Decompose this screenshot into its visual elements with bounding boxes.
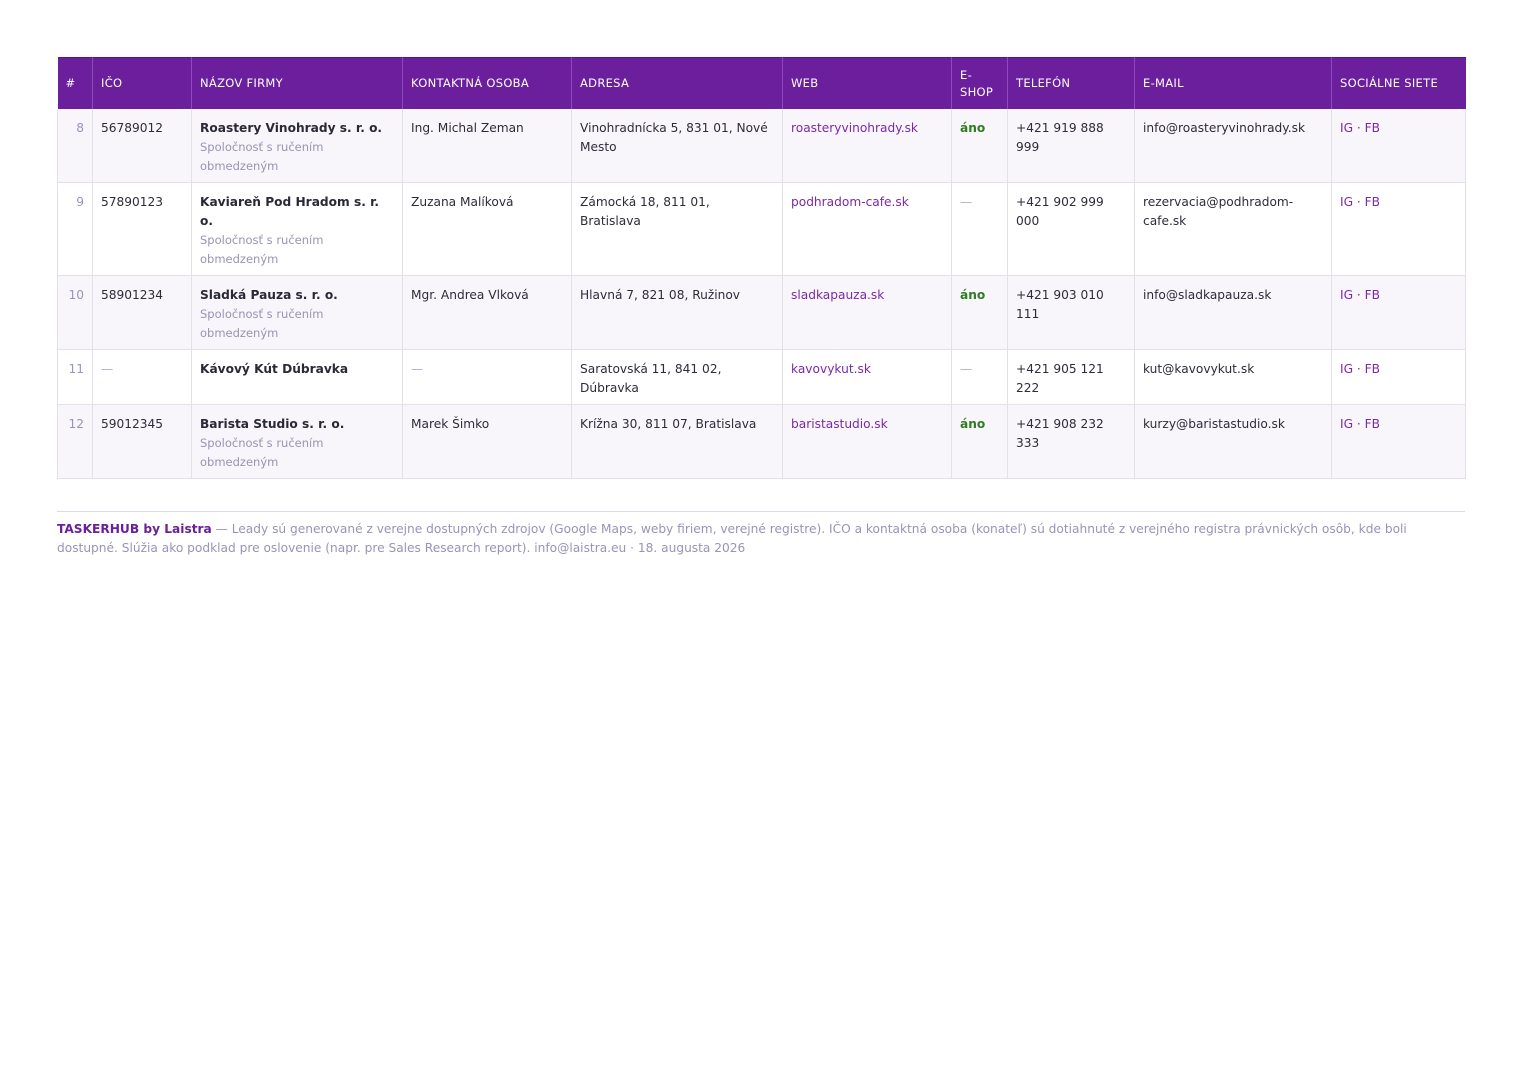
company-legal-form: Spoločnosť s ručením obmedzeným	[200, 436, 324, 469]
phone-cell: +421 905 121 222	[1007, 349, 1135, 405]
col-header-address[interactable]: Adresa	[571, 57, 783, 109]
col-header-eshop[interactable]: E-shop	[951, 57, 1008, 109]
leads-table: # IČO Názov firmy Kontaktná osoba Adresa…	[57, 57, 1466, 479]
company-cell: Roastery Vinohrady s. r. o. Spoločnosť s…	[191, 109, 403, 183]
social-links[interactable]: IG · FB	[1340, 121, 1380, 135]
company-name: Kaviareň Pod Hradom s. r. o.	[200, 195, 379, 228]
table-row: 9 57890123 Kaviareň Pod Hradom s. r. o. …	[57, 182, 1466, 276]
col-header-social[interactable]: Sociálne siete	[1331, 57, 1466, 109]
address-cell: Krížna 30, 811 07, Bratislava	[571, 404, 783, 479]
social-cell: IG · FB	[1331, 182, 1466, 276]
phone-cell: +421 919 888 999	[1007, 109, 1135, 183]
web-cell: podhradom-cafe.sk	[782, 182, 952, 276]
col-header-company-name[interactable]: Názov firmy	[191, 57, 403, 109]
ico-cell: —	[92, 349, 192, 405]
web-cell: kavovykut.sk	[782, 349, 952, 405]
eshop-value: áno	[960, 121, 986, 135]
address-cell: Zámocká 18, 811 01, Bratislava	[571, 182, 783, 276]
social-links[interactable]: IG · FB	[1340, 195, 1380, 209]
ico-value: —	[101, 362, 114, 376]
row-number: 10	[57, 275, 93, 350]
eshop-value: áno	[960, 417, 986, 431]
eshop-value: —	[960, 362, 973, 376]
row-number: 11	[57, 349, 93, 405]
email-cell: kurzy@baristastudio.sk	[1134, 404, 1332, 479]
social-cell: IG · FB	[1331, 404, 1466, 479]
col-header-ico[interactable]: IČO	[92, 57, 192, 109]
company-name: Kávový Kút Dúbravka	[200, 362, 349, 376]
company-cell: Sladká Pauza s. r. o. Spoločnosť s ručen…	[191, 275, 403, 350]
page: # IČO Názov firmy Kontaktná osoba Adresa…	[57, 57, 1466, 558]
ico-cell: 56789012	[92, 109, 192, 183]
web-link[interactable]: sladkapauza.sk	[791, 288, 884, 302]
phone-cell: +421 903 010 111	[1007, 275, 1135, 350]
contact-cell: Ing. Michal Zeman	[402, 109, 572, 183]
address-cell: Hlavná 7, 821 08, Ružinov	[571, 275, 783, 350]
company-name: Barista Studio s. r. o.	[200, 417, 345, 431]
eshop-cell: áno	[951, 404, 1008, 479]
company-cell: Kaviareň Pod Hradom s. r. o. Spoločnosť …	[191, 182, 403, 276]
eshop-cell: —	[951, 349, 1008, 405]
email-cell: info@sladkapauza.sk	[1134, 275, 1332, 350]
web-cell: sladkapauza.sk	[782, 275, 952, 350]
contact-cell: Marek Šimko	[402, 404, 572, 479]
ico-cell: 57890123	[92, 182, 192, 276]
table-row: 8 56789012 Roastery Vinohrady s. r. o. S…	[57, 109, 1466, 183]
web-link[interactable]: podhradom-cafe.sk	[791, 195, 909, 209]
company-legal-form: Spoločnosť s ručením obmedzeným	[200, 140, 324, 173]
contact-cell: —	[402, 349, 572, 405]
company-name: Roastery Vinohrady s. r. o.	[200, 121, 383, 135]
ico-cell: 59012345	[92, 404, 192, 479]
col-header-web[interactable]: Web	[782, 57, 952, 109]
table-row: 11 — Kávový Kút Dúbravka — Saratovská 11…	[57, 349, 1466, 405]
company-legal-form: Spoločnosť s ručením obmedzeným	[200, 233, 324, 266]
web-cell: roasteryvinohrady.sk	[782, 109, 952, 183]
social-cell: IG · FB	[1331, 275, 1466, 350]
social-cell: IG · FB	[1331, 109, 1466, 183]
contact-cell: Mgr. Andrea Vlková	[402, 275, 572, 350]
contact-value: —	[411, 362, 424, 376]
social-cell: IG · FB	[1331, 349, 1466, 405]
ico-cell: 58901234	[92, 275, 192, 350]
email-cell: info@roasteryvinohrady.sk	[1134, 109, 1332, 183]
eshop-cell: —	[951, 182, 1008, 276]
email-cell: kut@kavovykut.sk	[1134, 349, 1332, 405]
table-header-row: # IČO Názov firmy Kontaktná osoba Adresa…	[57, 57, 1466, 109]
col-header-phone[interactable]: Telefón	[1007, 57, 1135, 109]
contact-cell: Zuzana Malíková	[402, 182, 572, 276]
col-header-num[interactable]: #	[57, 57, 93, 109]
address-cell: Saratovská 11, 841 02, Dúbravka	[571, 349, 783, 405]
footer-text: — Leady sú generované z verejne dostupný…	[57, 522, 1407, 555]
phone-cell: +421 908 232 333	[1007, 404, 1135, 479]
row-number: 12	[57, 404, 93, 479]
table-row: 10 58901234 Sladká Pauza s. r. o. Spoloč…	[57, 275, 1466, 350]
web-link[interactable]: kavovykut.sk	[791, 362, 871, 376]
col-header-contact-person[interactable]: Kontaktná osoba	[402, 57, 572, 109]
phone-cell: +421 902 999 000	[1007, 182, 1135, 276]
web-link[interactable]: roasteryvinohrady.sk	[791, 121, 918, 135]
row-number: 9	[57, 182, 93, 276]
company-cell: Kávový Kút Dúbravka	[191, 349, 403, 405]
company-name: Sladká Pauza s. r. o.	[200, 288, 338, 302]
footer-note: TASKERHUB by Laistra — Leady sú generova…	[57, 511, 1465, 558]
company-cell: Barista Studio s. r. o. Spoločnosť s ruč…	[191, 404, 403, 479]
company-legal-form: Spoločnosť s ručením obmedzeným	[200, 307, 324, 340]
address-cell: Vinohradnícka 5, 831 01, Nové Mesto	[571, 109, 783, 183]
web-cell: baristastudio.sk	[782, 404, 952, 479]
email-cell: rezervacia@podhradom-cafe.sk	[1134, 182, 1332, 276]
eshop-value: áno	[960, 288, 986, 302]
social-links[interactable]: IG · FB	[1340, 288, 1380, 302]
eshop-cell: áno	[951, 275, 1008, 350]
social-links[interactable]: IG · FB	[1340, 417, 1380, 431]
table-row: 12 59012345 Barista Studio s. r. o. Spol…	[57, 404, 1466, 479]
social-links[interactable]: IG · FB	[1340, 362, 1380, 376]
eshop-cell: áno	[951, 109, 1008, 183]
footer-brand: TASKERHUB by Laistra	[57, 522, 212, 536]
col-header-email[interactable]: E-mail	[1134, 57, 1332, 109]
row-number: 8	[57, 109, 93, 183]
eshop-value: —	[960, 195, 973, 209]
web-link[interactable]: baristastudio.sk	[791, 417, 888, 431]
